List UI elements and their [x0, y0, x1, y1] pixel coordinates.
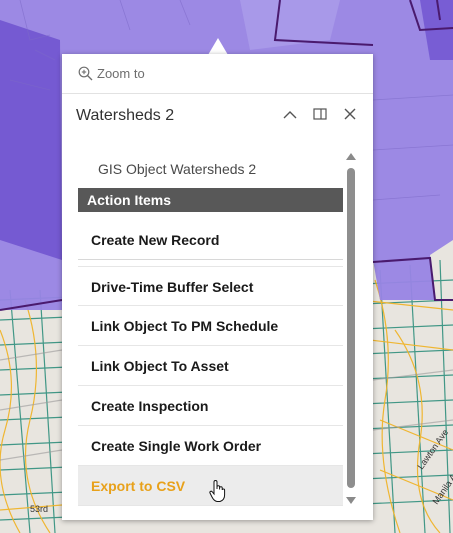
action-drive-time-buffer-select[interactable]: Drive-Time Buffer Select — [78, 266, 343, 306]
collapse-button[interactable] — [277, 103, 303, 129]
action-link-object-to-pm-schedule[interactable]: Link Object To PM Schedule — [78, 306, 343, 346]
action-create-new-record[interactable]: Create New Record — [78, 220, 343, 260]
hand-pointer-cursor-icon — [208, 479, 228, 503]
popup-title: Watersheds 2 — [76, 107, 175, 124]
zoom-to-label: Zoom to — [97, 66, 145, 81]
popup-content[interactable]: GIS Object Watersheds 2 Action Items Cre… — [78, 150, 343, 510]
scroll-thumb[interactable] — [347, 168, 355, 488]
scroll-up-arrow-icon[interactable] — [346, 153, 356, 160]
action-create-single-work-order[interactable]: Create Single Work Order — [78, 426, 343, 466]
action-link-object-to-asset[interactable]: Link Object To Asset — [78, 346, 343, 386]
scroll-down-arrow-icon[interactable] — [346, 497, 356, 504]
dock-button[interactable] — [307, 103, 333, 129]
close-button[interactable] — [337, 103, 363, 129]
popup-subtitle: GIS Object Watersheds 2 — [98, 161, 257, 177]
popup-header: Watersheds 2 — [62, 94, 373, 138]
zoom-in-icon — [78, 66, 93, 81]
close-icon — [344, 107, 356, 125]
feature-popup: Zoom to Watersheds 2 GIS Object Watershe… — [62, 54, 373, 520]
dock-icon — [313, 107, 327, 125]
action-items-header: Action Items — [78, 188, 343, 212]
zoom-to-button[interactable]: Zoom to — [62, 54, 373, 94]
popup-scrollbar[interactable] — [345, 152, 357, 504]
street-label-53rd: 53rd — [30, 504, 48, 514]
chevron-up-icon — [283, 107, 297, 125]
action-create-inspection[interactable]: Create Inspection — [78, 386, 343, 426]
watershed-polygon-dark — [0, 20, 62, 260]
popup-pointer — [208, 38, 228, 55]
